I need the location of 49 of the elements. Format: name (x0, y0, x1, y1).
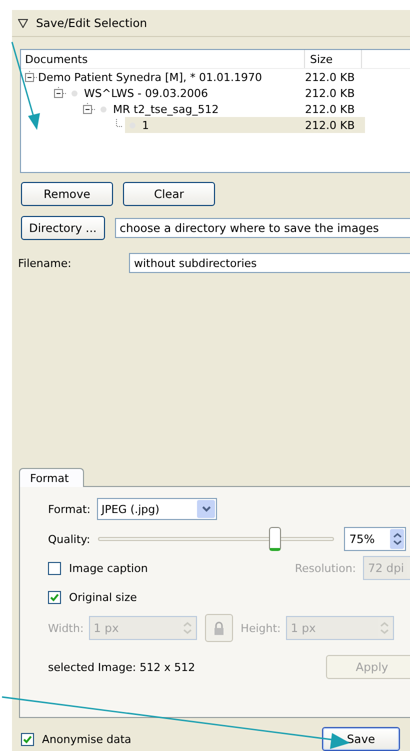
padlock-icon (212, 620, 225, 636)
column-header[interactable]: Size (305, 50, 362, 68)
size-cell-text: 212.0 KB (305, 86, 356, 100)
collapse-icon[interactable] (25, 71, 37, 83)
slider-thumb[interactable] (269, 527, 282, 551)
tree-label: 1 (142, 118, 150, 132)
action-button[interactable]: Clear (123, 182, 215, 206)
tree-row[interactable]: WS^LWS - 09.03.2006 212.0 KB (67, 85, 365, 101)
tree-label: WS^LWS - 09.03.2006 (84, 86, 209, 100)
height-label: Height: (240, 622, 281, 634)
resolution-label: Resolution: (294, 562, 356, 574)
selected-image-info: selected Image: 512 x 512 (48, 660, 196, 674)
width-label: Width: (48, 622, 84, 634)
chevron-down-icon (202, 506, 211, 512)
size-cell-text: 212.0 KB (305, 102, 356, 116)
save-button[interactable]: Save (322, 727, 400, 751)
tree-label: MR t2_tse_sag_512 (113, 102, 220, 116)
format-dropdown[interactable]: JPEG (.jpg) (97, 498, 218, 520)
size-cell-text: 212.0 KB (305, 118, 356, 132)
directory-button[interactable]: Directory ... (21, 216, 105, 240)
collapse-triangle-icon[interactable] (18, 18, 28, 28)
directory-field[interactable]: choose a directory where to save the images (114, 218, 410, 238)
original-size-checkbox[interactable] (48, 590, 61, 604)
checkbox-label: Original size (69, 590, 137, 604)
tree-row[interactable]: 1 212.0 KB (125, 117, 365, 133)
quality-spinner[interactable]: 75% (344, 527, 406, 551)
section-header[interactable]: Save/Edit Selection (12, 10, 410, 37)
size-cell-text: 212.0 KB (305, 70, 356, 84)
filename-label: Filename: (18, 256, 72, 270)
filename-dropdown[interactable]: without subdirectories (129, 253, 410, 273)
dot-icon (100, 106, 107, 112)
image-caption-checkbox[interactable] (48, 562, 61, 574)
anonymise-checkbox[interactable] (21, 732, 34, 746)
action-button[interactable]: Remove (21, 182, 113, 206)
quality-label: Quality: (48, 532, 90, 546)
collapse-icon[interactable] (83, 103, 95, 115)
collapse-icon[interactable] (54, 87, 66, 99)
column-header[interactable]: Documents (21, 50, 305, 68)
section-title: Save/Edit Selection (36, 16, 148, 30)
checkbox-label: Anonymise data (42, 732, 132, 746)
format-label: Format: (48, 502, 90, 516)
quality-slider[interactable] (98, 527, 334, 551)
document-tree[interactable]: Documents Size Demo Patient Synedra [M], * 01.01.1970 212.0 KB WS^LWS - 09.03.2006 212.0 KB MR t2_tse_sag_512 212.0 KB 1 212.0 KB (20, 49, 410, 173)
dot-icon (71, 90, 78, 96)
tree-row[interactable]: Demo Patient Synedra [M], * 01.01.1970 212.0 KB (38, 69, 365, 85)
tree-label: Demo Patient Synedra [M], * 01.01.1970 (38, 70, 263, 84)
checkbox-label: Image caption (69, 562, 148, 574)
tree-row[interactable]: MR t2_tse_sag_512 212.0 KB (96, 101, 365, 117)
format-tab[interactable]: Format (19, 468, 84, 487)
